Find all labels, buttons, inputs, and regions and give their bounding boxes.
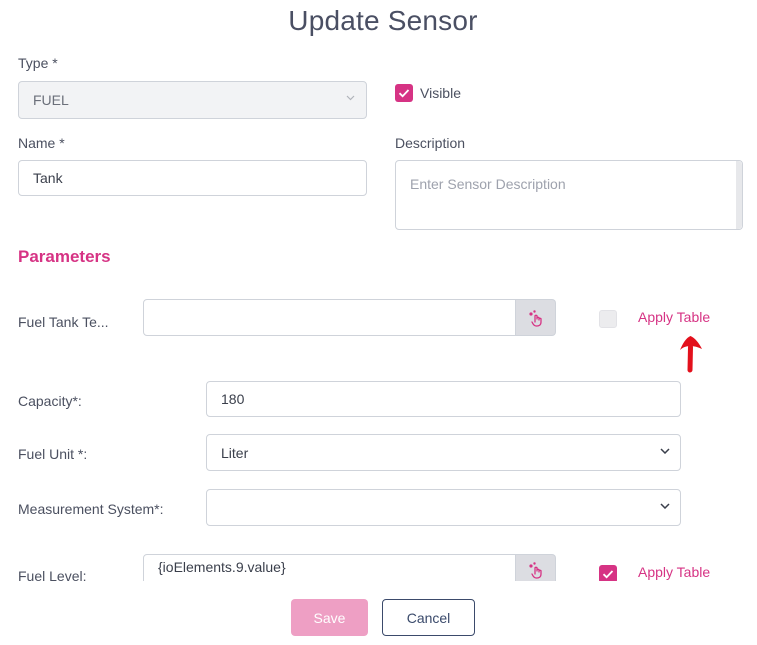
type-value: FUEL bbox=[33, 92, 69, 108]
measurement-system-label: Measurement System*: bbox=[18, 501, 164, 517]
pointer-hand-icon bbox=[528, 562, 542, 579]
page-title: Update Sensor bbox=[288, 5, 478, 36]
description-textarea[interactable]: Enter Sensor Description bbox=[395, 160, 743, 230]
fuel-tank-picker-button[interactable] bbox=[516, 299, 556, 336]
visible-checkbox[interactable] bbox=[395, 84, 413, 102]
chevron-down-icon bbox=[660, 502, 670, 511]
fuel-level-apply-table-label[interactable]: Apply Table bbox=[638, 564, 710, 580]
parameters-heading: Parameters bbox=[18, 247, 111, 266]
fuel-unit-select[interactable]: Liter bbox=[206, 434, 681, 471]
fuel-tank-apply-table-label[interactable]: Apply Table bbox=[638, 309, 710, 325]
type-select[interactable]: FUEL bbox=[18, 81, 367, 119]
fuel-level-picker-button[interactable] bbox=[516, 554, 556, 581]
capacity-input[interactable]: 180 bbox=[206, 381, 681, 417]
fuel-tank-input[interactable] bbox=[143, 299, 516, 336]
visible-label: Visible bbox=[420, 85, 461, 101]
scrollbar[interactable] bbox=[736, 161, 742, 229]
check-icon bbox=[602, 570, 614, 579]
save-button[interactable]: Save bbox=[291, 599, 368, 636]
fuel-tank-apply-table-checkbox[interactable] bbox=[599, 310, 617, 328]
pointer-hand-icon bbox=[528, 309, 542, 327]
fuel-level-value: {ioElements.9.value} bbox=[158, 558, 286, 575]
chevron-down-icon bbox=[660, 447, 670, 456]
description-placeholder: Enter Sensor Description bbox=[410, 176, 566, 192]
fuel-tank-label: Fuel Tank Te... bbox=[18, 314, 109, 330]
description-label: Description bbox=[395, 135, 466, 151]
measurement-system-select[interactable] bbox=[206, 489, 681, 526]
name-input[interactable]: Tank bbox=[18, 160, 367, 196]
fuel-level-input[interactable]: {ioElements.9.value} bbox=[143, 554, 516, 581]
capacity-value: 180 bbox=[221, 391, 245, 407]
fuel-level-apply-table-checkbox[interactable] bbox=[599, 565, 617, 581]
fuel-unit-label: Fuel Unit *: bbox=[18, 446, 88, 462]
cancel-button[interactable]: Cancel bbox=[382, 599, 475, 636]
red-arrow-icon bbox=[680, 336, 702, 373]
capacity-label: Capacity*: bbox=[18, 393, 82, 409]
type-label: Type * bbox=[18, 55, 58, 71]
fuel-level-label: Fuel Level: bbox=[18, 568, 87, 581]
name-value: Tank bbox=[33, 170, 63, 186]
scroll-clip-area: Fuel Level: {ioElements.9.value} Apply T… bbox=[0, 549, 757, 581]
fuel-unit-value: Liter bbox=[221, 444, 249, 461]
check-icon bbox=[398, 89, 410, 98]
chevron-down-icon bbox=[346, 95, 355, 103]
name-label: Name * bbox=[18, 135, 65, 151]
